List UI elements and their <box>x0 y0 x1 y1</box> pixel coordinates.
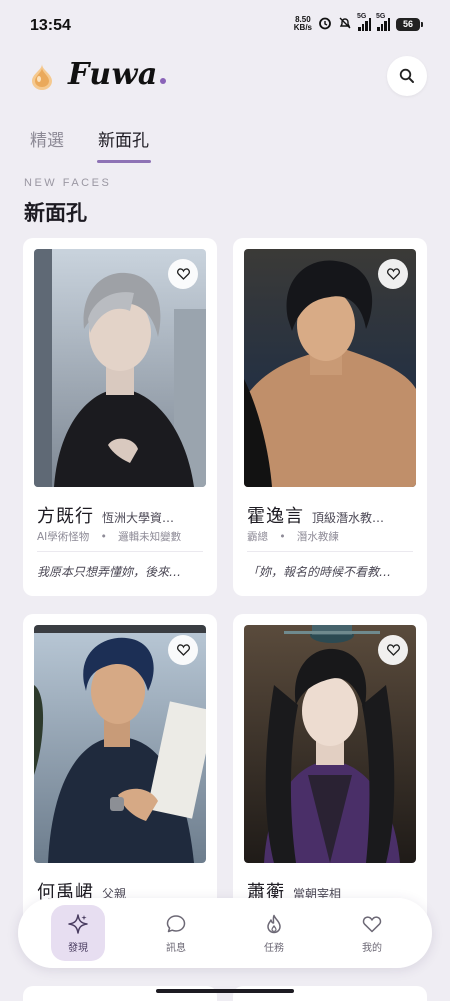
favorite-button[interactable] <box>378 259 408 289</box>
heart-icon <box>386 268 400 280</box>
character-card[interactable]: 方既行 恆洲大學資… AI學術怪物 • 邏輯未知變數 我原本只想弄懂妳，後來… <box>23 238 217 596</box>
heart-icon <box>176 268 190 280</box>
network-speed-unit: KB/s <box>293 23 312 32</box>
signal-icon: 5G <box>357 13 371 31</box>
app-logo-text: Fuwa <box>68 57 158 92</box>
signal-label: 5G <box>357 13 367 20</box>
app-screen: 13:54 8.50 KB/s 5G 5G 56 Fuwa 精選 新面孔 NEW… <box>0 0 450 1001</box>
nav-label: 訊息 <box>166 942 186 954</box>
character-tag: 潛水教練 <box>296 531 339 543</box>
nav-label: 任務 <box>264 942 284 954</box>
home-indicator[interactable] <box>156 989 294 993</box>
character-tag: 邏輯未知變數 <box>118 531 182 543</box>
character-quote: 我原本只想弄懂妳，後來… <box>37 565 182 579</box>
character-card[interactable]: 何禹峮 父親 <box>23 614 217 944</box>
battery-icon: 56 <box>396 17 423 31</box>
card-title-row: 方既行 恆洲大學資… <box>37 502 205 528</box>
section-eyebrow: NEW FACES <box>24 177 112 189</box>
character-quote: 「妳，報名的時候不看教… <box>247 565 392 579</box>
character-tags: AI學術怪物 • 邏輯未知變數 <box>37 529 181 544</box>
search-icon <box>399 68 414 83</box>
tag-separator: • <box>279 531 286 543</box>
status-icons: 8.50 KB/s 5G 5G 56 <box>294 13 423 32</box>
favorite-button[interactable] <box>168 259 198 289</box>
app-logo: Fuwa <box>68 57 166 92</box>
card-divider <box>37 551 203 552</box>
tab-featured[interactable]: 精選 <box>30 126 64 151</box>
card-divider <box>247 551 413 552</box>
tab-bar: 精選 新面孔 <box>0 122 450 166</box>
character-tag: AI學術怪物 <box>37 531 90 543</box>
character-portrait <box>34 249 206 487</box>
nav-discover[interactable]: 發現 <box>51 905 105 961</box>
signal-label: 5G <box>376 13 386 20</box>
character-tag: 霸總 <box>247 531 268 543</box>
character-portrait <box>34 625 206 863</box>
character-role: 頂級潛水教… <box>312 511 385 525</box>
character-role: 恆洲大學資… <box>102 511 175 525</box>
tab-new-faces[interactable]: 新面孔 <box>98 126 149 151</box>
network-speed: 8.50 KB/s <box>294 16 312 32</box>
nav-label: 我的 <box>362 942 382 954</box>
heart-icon <box>176 644 190 656</box>
droplet-logo-icon <box>30 62 54 90</box>
tag-separator: • <box>100 531 107 543</box>
character-portrait <box>244 249 416 487</box>
status-bar: 13:54 8.50 KB/s 5G 5G 56 <box>0 0 450 52</box>
character-card[interactable]: 蕭蘅 當朝宰相 <box>233 614 427 944</box>
character-tags: 霸總 • 潛水教練 <box>247 529 339 544</box>
section-title: 新面孔 <box>24 200 87 225</box>
logo-dot <box>159 78 166 84</box>
nav-messages[interactable]: 訊息 <box>149 905 203 961</box>
favorite-button[interactable] <box>378 635 408 665</box>
active-tab-indicator <box>97 160 151 163</box>
app-header: Fuwa <box>0 52 450 104</box>
search-button[interactable] <box>387 56 427 96</box>
favorite-button[interactable] <box>168 635 198 665</box>
heart-icon <box>386 644 400 656</box>
alarm-icon <box>318 16 332 32</box>
character-name: 霍逸言 <box>247 506 304 527</box>
mute-bell-icon <box>338 16 352 32</box>
character-name: 方既行 <box>37 506 94 527</box>
signal-icon: 5G <box>376 13 390 31</box>
flame-icon <box>267 914 281 933</box>
character-card[interactable]: 霍逸言 頂級潛水教… 霸總 • 潛水教練 「妳，報名的時候不看教… <box>233 238 427 596</box>
bottom-nav: 發現 訊息 任務 我的 <box>18 898 432 968</box>
status-time: 13:54 <box>30 17 71 34</box>
nav-profile[interactable]: 我的 <box>345 905 399 961</box>
nav-label: 發現 <box>68 942 88 954</box>
card-title-row: 霍逸言 頂級潛水教… <box>247 502 415 528</box>
heart-icon <box>362 915 382 932</box>
chat-bubble-icon <box>166 914 186 932</box>
character-portrait <box>244 625 416 863</box>
sparkle-icon <box>68 913 88 934</box>
nav-tasks[interactable]: 任務 <box>247 905 301 961</box>
